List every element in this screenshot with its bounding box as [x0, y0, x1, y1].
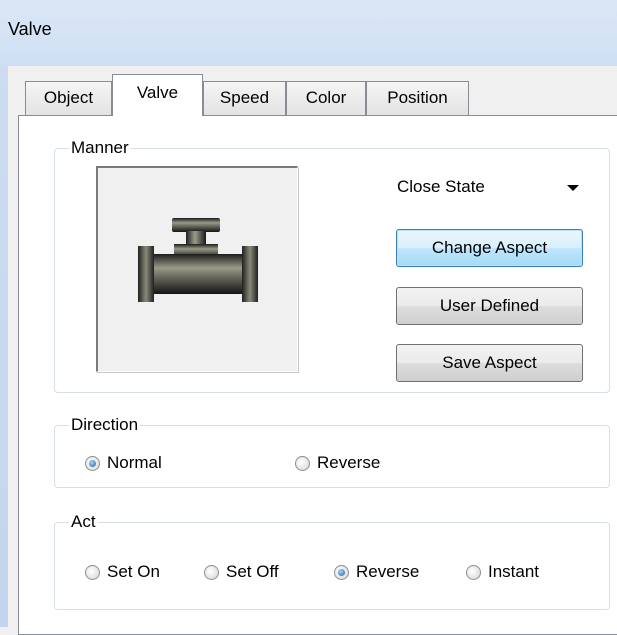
radio-act-reverse[interactable]: Reverse: [334, 561, 419, 583]
aspect-preview: [96, 166, 298, 372]
chevron-down-icon[interactable]: [567, 185, 579, 191]
radio-direction-reverse[interactable]: Reverse: [295, 452, 380, 474]
valve-pipe-icon: [138, 218, 258, 302]
radio-button[interactable]: [85, 564, 100, 580]
radio-act-set-on[interactable]: Set On: [85, 561, 160, 583]
radio-button[interactable]: [204, 564, 219, 580]
radio-button-checked[interactable]: [85, 455, 100, 471]
user-defined-button[interactable]: User Defined: [396, 287, 583, 325]
window-left-border: [0, 66, 8, 627]
act-legend: Act: [69, 512, 98, 532]
change-aspect-button[interactable]: Change Aspect: [396, 229, 583, 267]
tab-speed[interactable]: Speed: [203, 81, 286, 115]
radio-label: Set On: [107, 562, 160, 581]
radio-act-instant[interactable]: Instant: [466, 561, 539, 583]
save-aspect-button[interactable]: Save Aspect: [396, 344, 583, 382]
window-title: Valve: [8, 19, 52, 39]
tab-position[interactable]: Position: [366, 81, 469, 115]
tab-valve[interactable]: Valve: [112, 74, 203, 116]
radio-label: Reverse: [317, 453, 381, 472]
tab-object[interactable]: Object: [25, 81, 112, 115]
radio-label: Instant: [488, 562, 540, 581]
radio-act-set-off[interactable]: Set Off: [204, 561, 279, 583]
radio-button[interactable]: [466, 564, 481, 580]
tab-color[interactable]: Color: [286, 81, 366, 115]
radio-label: Set Off: [226, 562, 279, 581]
radio-button[interactable]: [295, 455, 310, 471]
state-select[interactable]: Close State: [390, 165, 588, 207]
direction-legend: Direction: [69, 415, 141, 435]
state-select-value: Close State: [397, 177, 485, 196]
radio-label: Normal: [107, 453, 162, 472]
window-titlebar[interactable]: Valve: [0, 0, 617, 66]
radio-direction-normal[interactable]: Normal: [85, 452, 162, 474]
manner-legend: Manner: [69, 138, 131, 158]
radio-button-checked[interactable]: [334, 564, 349, 580]
radio-label: Reverse: [356, 562, 420, 581]
